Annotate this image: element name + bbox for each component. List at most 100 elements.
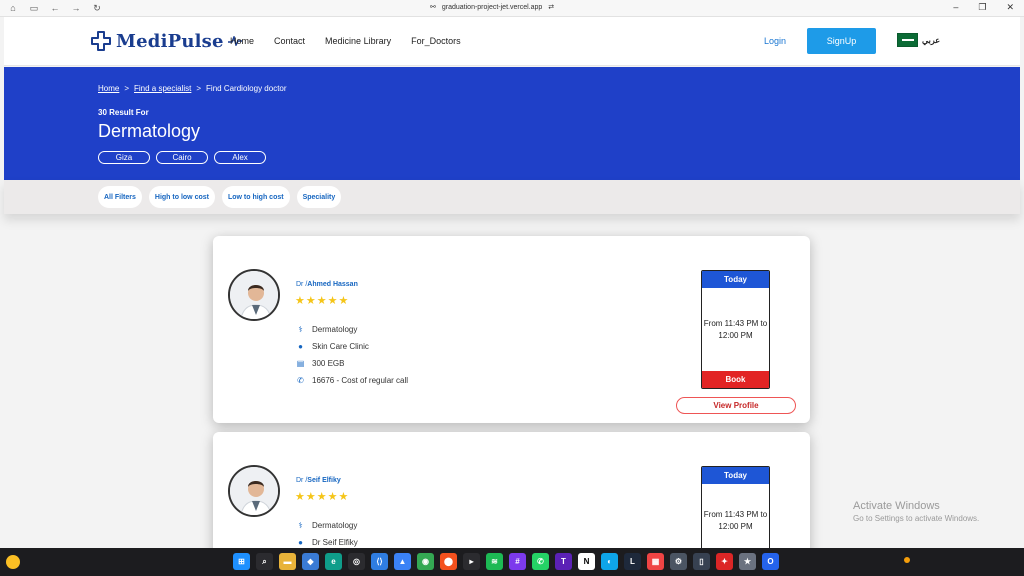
search-hero: Home > Find a specialist > Find Cardiolo…: [4, 67, 1020, 180]
postman-icon[interactable]: ⬤: [440, 553, 457, 570]
terminal-icon[interactable]: ▸: [463, 553, 480, 570]
location-chips: Giza Cairo Alex: [98, 151, 266, 164]
app-icon-2[interactable]: ◐: [601, 553, 618, 570]
doctor-avatar: [228, 269, 280, 321]
breadcrumb-separator: >: [196, 84, 202, 93]
location-chip-giza[interactable]: Giza: [98, 151, 150, 164]
saudi-flag-icon: [897, 33, 918, 47]
doctor-portrait-icon: [230, 271, 278, 319]
location-chip-alex[interactable]: Alex: [214, 151, 266, 164]
camera-icon[interactable]: ◎: [348, 553, 365, 570]
active-app-icon[interactable]: ★: [739, 553, 756, 570]
app-icon[interactable]: ▲: [394, 553, 411, 570]
rating-stars: ★★★★★: [295, 295, 350, 307]
search-icon[interactable]: ⌕: [256, 553, 273, 570]
filter-speciality[interactable]: Speciality: [296, 186, 342, 208]
address-bar[interactable]: ⚯ graduation-project-jet.vercel.app ⇄: [430, 3, 554, 12]
settings-icon[interactable]: ⚙: [670, 553, 687, 570]
book-button[interactable]: Book: [702, 371, 769, 388]
notification-dot[interactable]: [904, 557, 910, 563]
app-icon-3[interactable]: L: [624, 553, 641, 570]
breadcrumb-specialist[interactable]: Find a specialist: [134, 84, 191, 93]
doctor-name-text[interactable]: Seif Elfiky: [307, 477, 340, 484]
maximize-icon[interactable]: ❐: [978, 2, 986, 13]
filter-bar: All Filters High to low cost Low to high…: [4, 180, 1020, 214]
activation-title: Activate Windows: [853, 500, 940, 512]
forward-icon[interactable]: →: [71, 3, 81, 13]
location-pin-icon: ●: [298, 342, 303, 351]
spotify-icon[interactable]: ≋: [486, 553, 503, 570]
os-taskbar: ⊞ ⌕ ▬ ◆ e ◎ ⟨⟩ ▲ ◉ ⬤ ▸ ≋ # ✆ T N ◐ L ▦ ⚙…: [0, 548, 1024, 576]
app-icon-5[interactable]: ✦: [716, 553, 733, 570]
phone-link-icon[interactable]: ▯: [693, 553, 710, 570]
schedule-time: From 11:43 PM to 12:00 PM: [703, 318, 768, 340]
filter-high-to-low[interactable]: High to low cost: [148, 186, 215, 208]
nav-home[interactable]: Home: [230, 36, 254, 46]
site-header: MediPulse Home Contact Medicine Library …: [4, 17, 1020, 66]
rating-stars: ★★★★★: [295, 491, 350, 503]
file-explorer-icon[interactable]: ▬: [279, 553, 296, 570]
schedule-time: From 11:43 PM to 12:00 PM: [703, 510, 768, 531]
close-icon[interactable]: ✕: [1006, 2, 1014, 13]
logo[interactable]: MediPulse: [90, 30, 242, 52]
store-icon[interactable]: ◆: [302, 553, 319, 570]
app-icon-4[interactable]: ▦: [647, 553, 664, 570]
location-chip-cairo[interactable]: Cairo: [156, 151, 208, 164]
doctor-card: Dr /Ahmed Hassan ★★★★★ ⚕ Dermatology ● S…: [213, 236, 810, 423]
doctor-name: Dr /Seif Elfiky: [296, 477, 341, 484]
clinic-row: ● Dr Seif Elfiky: [296, 538, 358, 547]
breadcrumb: Home > Find a specialist > Find Cardiolo…: [98, 84, 287, 93]
doctor-portrait-icon: [230, 467, 278, 515]
page-title: Dermatology: [98, 121, 201, 141]
schedule-day: Today: [702, 467, 769, 484]
money-icon: ▤: [296, 359, 305, 368]
nav-for-doctors[interactable]: For_Doctors: [411, 36, 461, 46]
slack-icon[interactable]: #: [509, 553, 526, 570]
schedule-day: Today: [702, 271, 769, 288]
signup-button[interactable]: SignUp: [807, 28, 876, 54]
stethoscope-icon: ⚕: [298, 325, 303, 334]
vscode-icon[interactable]: ⟨⟩: [371, 553, 388, 570]
doctor-prefix: Dr /: [296, 477, 308, 484]
specialty-row: ⚕ Dermatology: [296, 521, 357, 530]
doctor-avatar: [228, 465, 280, 517]
nav-contact[interactable]: Contact: [274, 36, 305, 46]
activation-watermark: Activate Windows Go to Settings to activ…: [853, 500, 979, 523]
view-profile-button[interactable]: View Profile: [676, 397, 796, 414]
profile-icon[interactable]: ⌂: [8, 3, 18, 13]
clinic-text: Dr Seif Elfiky: [312, 538, 358, 547]
chrome-icon[interactable]: ◉: [417, 553, 434, 570]
language-switcher[interactable]: عربي: [897, 33, 940, 47]
activation-subtitle: Go to Settings to activate Windows.: [853, 514, 980, 523]
phone-text: 16676 - Cost of regular call: [312, 376, 409, 385]
specialty-row: ⚕ Dermatology: [296, 325, 357, 334]
filter-all[interactable]: All Filters: [98, 186, 142, 208]
weather-icon[interactable]: [6, 555, 20, 569]
doctor-name-text[interactable]: Ahmed Hassan: [307, 281, 358, 288]
phone-icon: ✆: [297, 376, 304, 385]
site-info-icon[interactable]: ⚯: [430, 3, 436, 11]
doctor-card: Dr /Seif Elfiky ★★★★★ ⚕ Dermatology ● Dr…: [213, 432, 810, 562]
minimize-icon[interactable]: –: [953, 2, 958, 13]
notion-icon[interactable]: N: [578, 553, 595, 570]
back-icon[interactable]: ←: [50, 3, 60, 13]
result-count: 30 Result For: [98, 108, 149, 117]
filter-low-to-high[interactable]: Low to high cost: [221, 186, 290, 208]
teams-icon[interactable]: T: [555, 553, 572, 570]
whatsapp-icon[interactable]: ✆: [532, 553, 549, 570]
login-link[interactable]: Login: [764, 36, 786, 46]
location-pin-icon: ●: [298, 538, 303, 547]
tune-icon[interactable]: ⇄: [548, 3, 554, 11]
specialty-text: Dermatology: [312, 521, 358, 530]
refresh-icon[interactable]: ↻: [92, 3, 102, 13]
doctor-name: Dr /Ahmed Hassan: [296, 281, 358, 288]
edge-icon[interactable]: e: [325, 553, 342, 570]
stethoscope-icon: ⚕: [298, 521, 303, 530]
url-text: graduation-project-jet.vercel.app: [441, 3, 543, 11]
start-icon[interactable]: ⊞: [233, 553, 250, 570]
outlook-icon[interactable]: O: [762, 553, 779, 570]
breadcrumb-home[interactable]: Home: [98, 84, 119, 93]
clinic-row: ● Skin Care Clinic: [296, 342, 369, 351]
tabs-icon[interactable]: ▭: [29, 3, 39, 13]
nav-medicine-library[interactable]: Medicine Library: [325, 36, 391, 46]
